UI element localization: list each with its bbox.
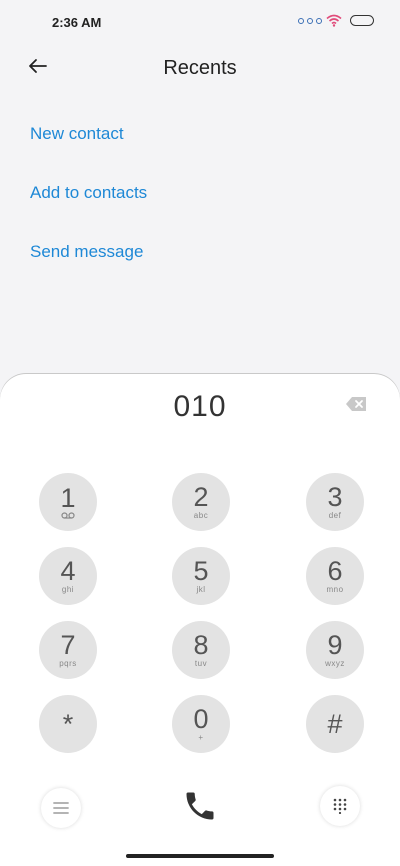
status-bar: 2:36 AM — [0, 0, 400, 44]
key-digit: 8 — [193, 629, 209, 660]
key-digit: # — [327, 708, 343, 739]
key-3[interactable]: 3 def — [306, 473, 364, 531]
keypad-icon — [333, 798, 347, 814]
key-8[interactable]: 8 tuv — [172, 621, 230, 679]
send-message-link[interactable]: Send message — [30, 242, 143, 262]
key-7[interactable]: 7 pqrs — [39, 621, 97, 679]
wifi-icon — [326, 14, 342, 27]
key-digit: 0 — [193, 703, 209, 734]
key-digit: 5 — [193, 555, 209, 586]
backspace-icon[interactable] — [345, 396, 367, 412]
key-star[interactable]: * — [39, 695, 97, 753]
key-6[interactable]: 6 mno — [306, 547, 364, 605]
call-button[interactable] — [182, 788, 218, 824]
key-letters: ghi — [61, 584, 75, 594]
key-digit: 9 — [327, 629, 343, 660]
menu-icon — [53, 802, 69, 814]
key-4[interactable]: 4 ghi — [39, 547, 97, 605]
voicemail-icon — [61, 512, 75, 519]
battery-icon — [350, 15, 374, 26]
new-contact-link[interactable]: New contact — [30, 124, 124, 144]
key-digit: 1 — [60, 483, 76, 513]
key-9[interactable]: 9 wxyz — [306, 621, 364, 679]
key-letters: pqrs — [59, 658, 77, 668]
header: Recents — [0, 44, 400, 92]
key-digit: 7 — [60, 629, 76, 660]
key-letters: tuv — [194, 658, 208, 668]
bottom-action-bar — [0, 762, 400, 850]
key-letters: abc — [193, 510, 209, 520]
menu-button[interactable] — [41, 788, 81, 828]
key-letters: mno — [326, 584, 344, 594]
key-hash[interactable]: # — [306, 695, 364, 753]
home-indicator[interactable] — [126, 854, 274, 858]
status-time: 2:36 AM — [52, 15, 102, 30]
key-5[interactable]: 5 jkl — [172, 547, 230, 605]
key-digit: 2 — [193, 481, 209, 512]
status-icons — [298, 14, 374, 27]
key-digit: 3 — [327, 481, 343, 512]
key-digit: 4 — [60, 555, 76, 586]
page-title: Recents — [163, 57, 237, 79]
signal-dots-icon — [298, 17, 322, 24]
key-digit: * — [62, 708, 74, 739]
phone-icon — [186, 792, 214, 820]
keypad-toggle-button[interactable] — [320, 786, 360, 826]
add-to-contacts-link[interactable]: Add to contacts — [30, 183, 147, 203]
dialed-number[interactable]: 010 — [0, 390, 400, 424]
key-digit: 6 — [327, 555, 343, 586]
key-letters: wxyz — [325, 658, 345, 668]
key-2[interactable]: 2 abc — [172, 473, 230, 531]
key-letters: def — [328, 510, 342, 520]
key-0[interactable]: 0 + — [172, 695, 230, 753]
key-letters: + — [198, 732, 204, 742]
key-1[interactable]: 1 — [39, 473, 97, 531]
key-letters: jkl — [196, 584, 206, 594]
